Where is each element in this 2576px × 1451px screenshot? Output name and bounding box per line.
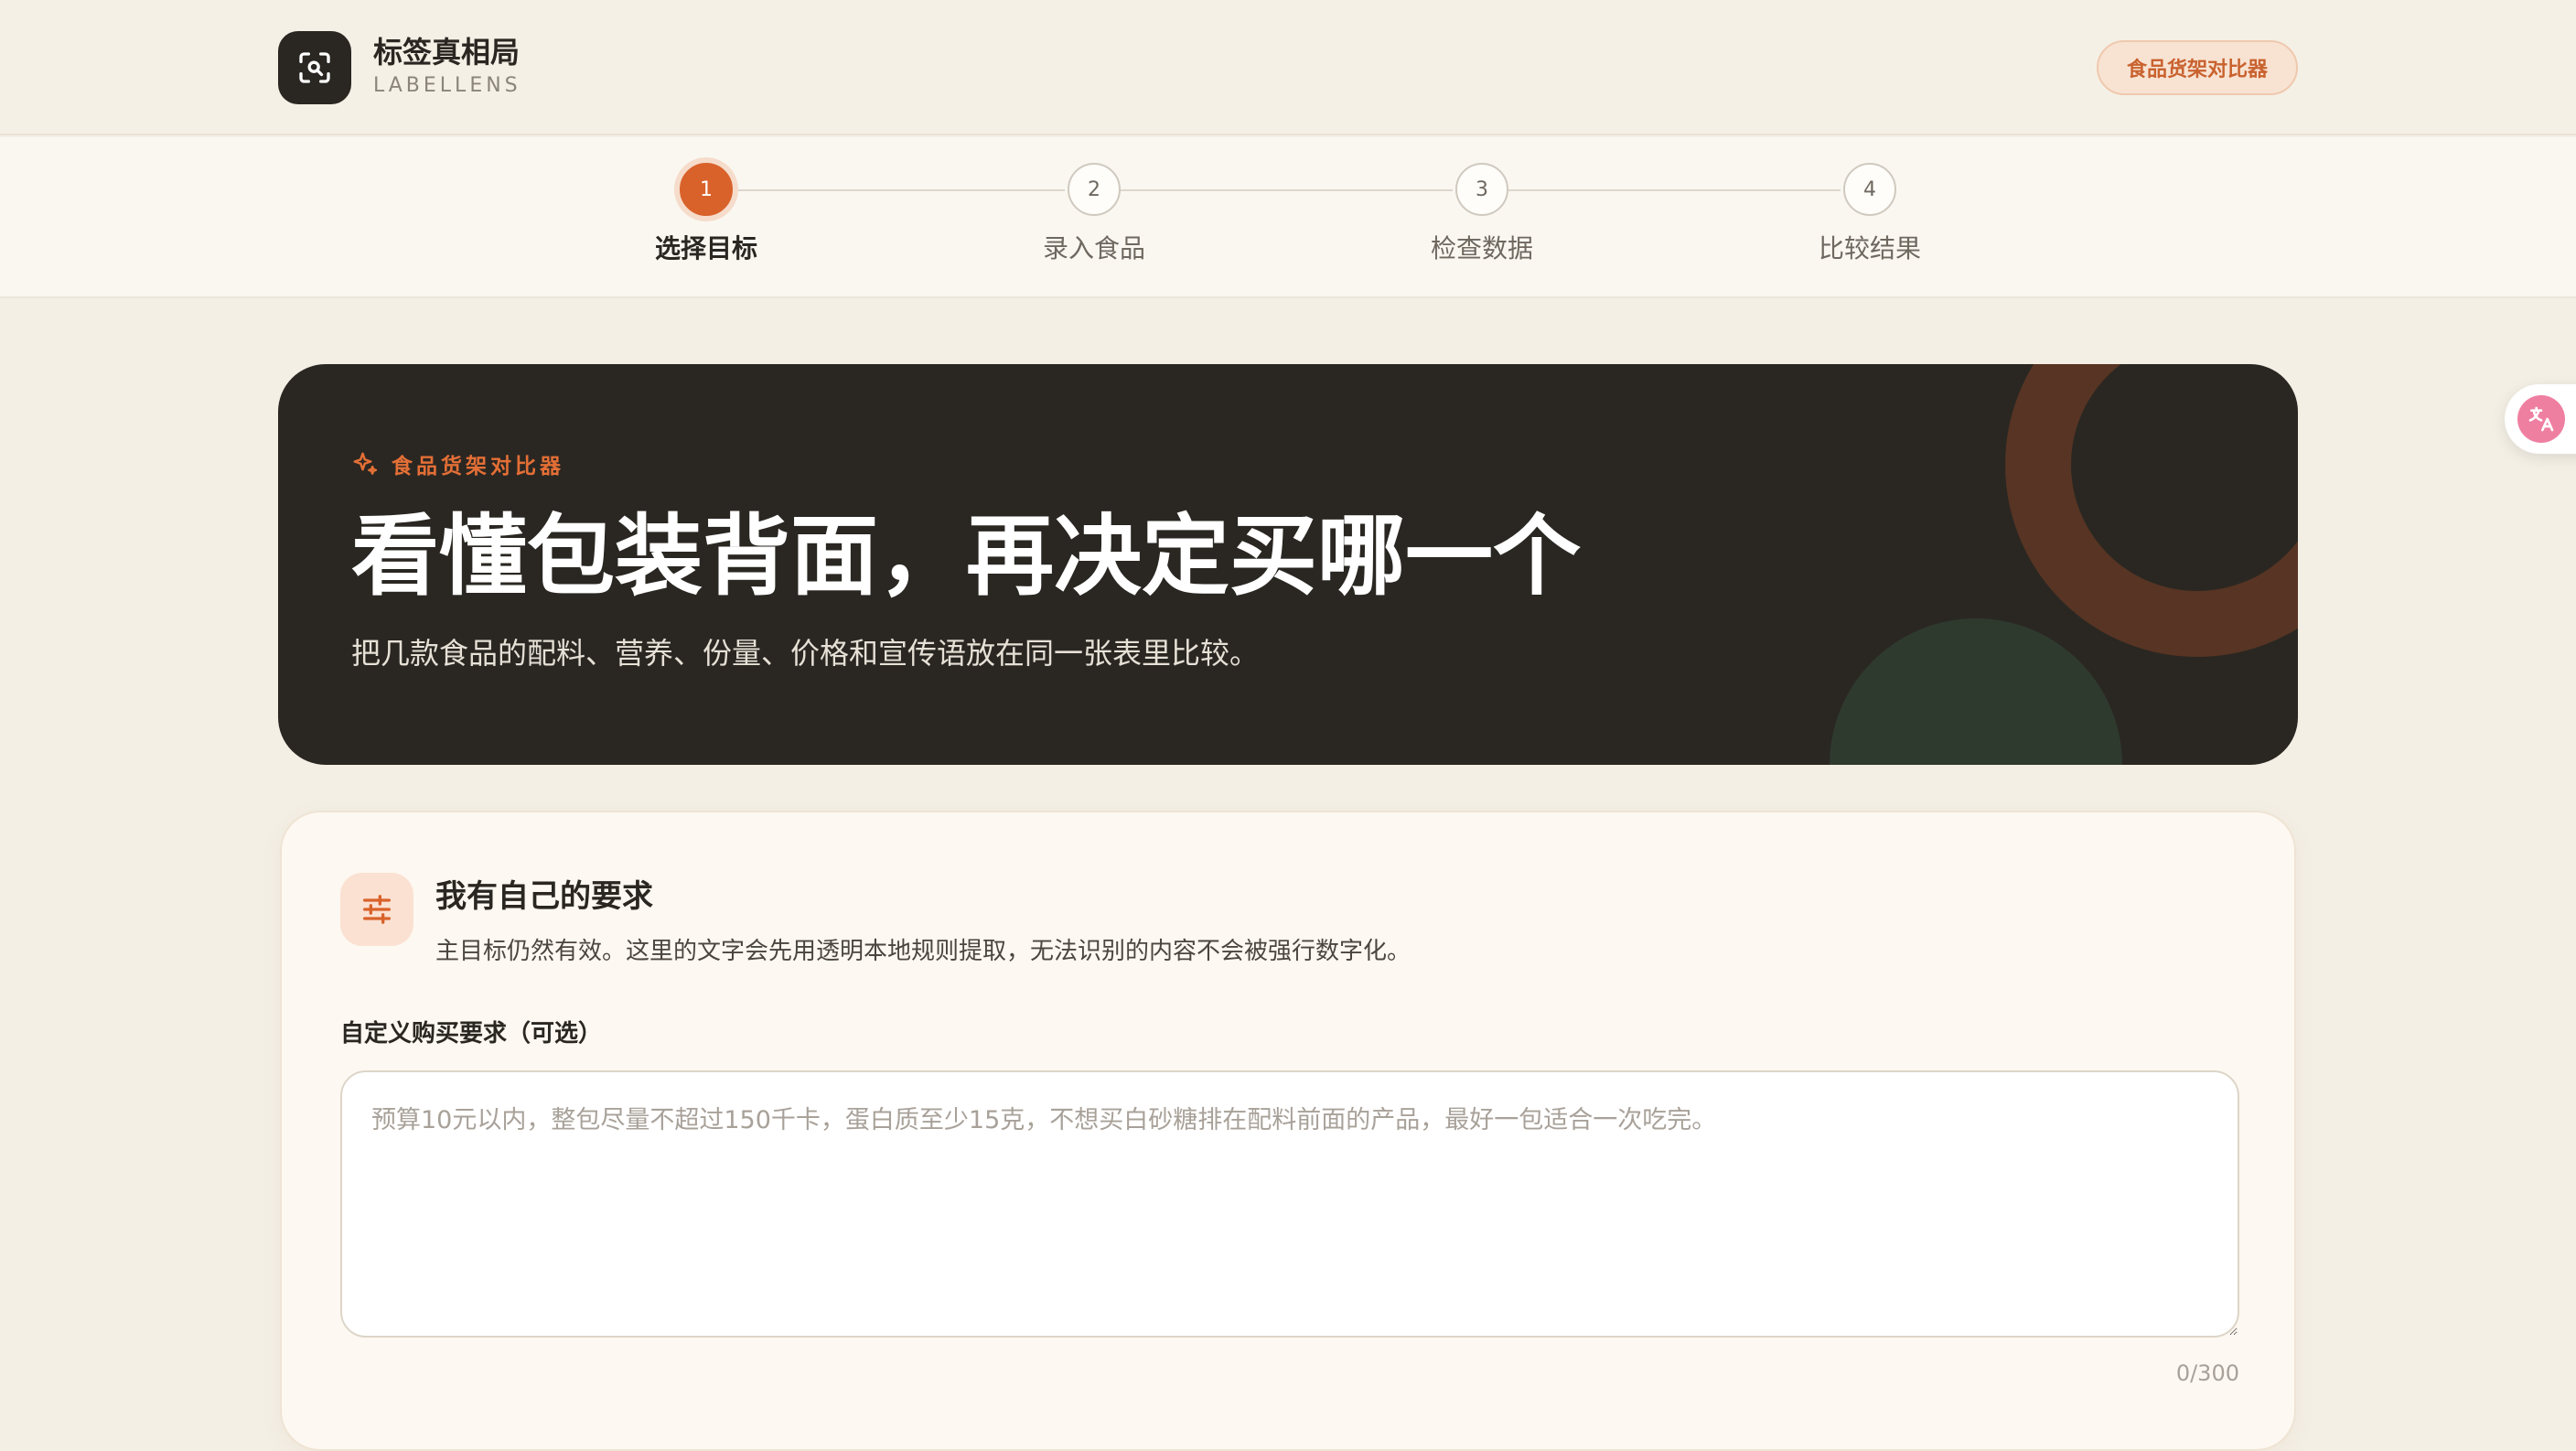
step-number: 2 — [1068, 163, 1121, 216]
hero-title: 看懂包装背面，再决定买哪一个 — [351, 505, 1581, 607]
hero-banner: 食品货架对比器 看懂包装背面，再决定买哪一个 把几款食品的配料、营养、份量、价格… — [278, 364, 2298, 765]
scan-search-icon — [278, 31, 351, 104]
step-number: 4 — [1843, 163, 1896, 216]
custom-requirements-card: 我有自己的要求 主目标仍然有效。这里的文字会先用透明本地规则提取，无法识别的内容… — [280, 811, 2296, 1451]
stepper: 1 选择目标 2 录入食品 3 检查数据 4 比较结果 — [0, 137, 2576, 298]
step-enter-food[interactable]: 2 录入食品 — [1003, 163, 1186, 265]
step-number: 3 — [1455, 163, 1508, 216]
step-number: 1 — [680, 163, 733, 216]
decorative-circle — [1830, 618, 2122, 765]
top-bar: 标签真相局 LABELLENS 食品货架对比器 — [0, 0, 2576, 135]
hero-tag-label: 食品货架对比器 — [392, 455, 564, 478]
translate-icon — [2517, 395, 2565, 443]
sparkle-icon — [353, 452, 378, 475]
mode-badge[interactable]: 食品货架对比器 — [2097, 40, 2298, 95]
custom-requirement-label: 自定义购买要求（可选） — [340, 1020, 603, 1048]
step-label: 选择目标 — [654, 233, 757, 263]
step-select-goal[interactable]: 1 选择目标 — [615, 163, 798, 265]
brand-name: 标签真相局 — [373, 35, 521, 70]
step-compare-results[interactable]: 4 比较结果 — [1778, 163, 1961, 265]
step-label: 录入食品 — [1042, 233, 1145, 263]
hero-subtitle: 把几款食品的配料、营养、份量、价格和宣传语放在同一张表里比较。 — [351, 636, 1260, 671]
card-title: 我有自己的要求 — [435, 878, 653, 915]
step-check-data[interactable]: 3 检查数据 — [1390, 163, 1573, 265]
translate-button[interactable] — [2505, 384, 2576, 454]
step-label: 检查数据 — [1430, 233, 1533, 263]
decorative-ring — [2005, 364, 2298, 657]
card-description: 主目标仍然有效。这里的文字会先用透明本地规则提取，无法识别的内容不会被强行数字化… — [435, 938, 1411, 965]
character-counter: 0/300 — [2175, 1360, 2239, 1386]
step-label: 比较结果 — [1818, 233, 1921, 263]
brand-subtitle: LABELLENS — [373, 74, 521, 97]
custom-requirement-textarea[interactable] — [340, 1070, 2239, 1338]
hero-tag: 食品货架对比器 — [351, 448, 564, 479]
brand[interactable]: 标签真相局 LABELLENS — [278, 31, 521, 104]
sliders-icon — [340, 873, 413, 946]
